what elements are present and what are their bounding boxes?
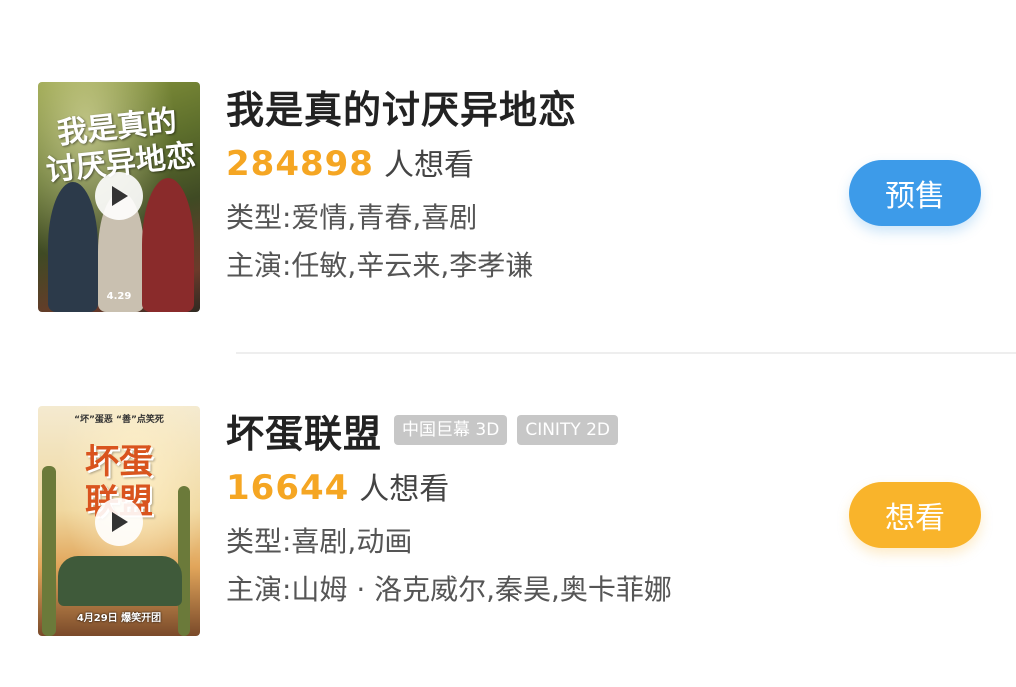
movie-genre: 类型:喜剧,动画 xyxy=(226,525,413,558)
poster-car xyxy=(58,556,182,606)
play-trailer-button[interactable] xyxy=(95,172,143,220)
want-to-see: 284898 人想看 xyxy=(226,140,577,184)
movie-title[interactable]: 我是真的讨厌异地恋 xyxy=(226,79,577,134)
movie-title[interactable]: 坏蛋联盟 xyxy=(226,403,382,458)
movie-cast: 主演:任敏,辛云来,李孝谦 xyxy=(226,249,534,282)
movie-poster[interactable]: “坏”蛋恶 “善”点笑死 坏蛋 联盟 4月29日 爆笑开团 xyxy=(38,406,200,636)
play-trailer-button[interactable] xyxy=(95,498,143,546)
format-badge-imax: 中国巨幕 3D xyxy=(394,415,508,445)
movie-item[interactable]: “坏”蛋恶 “善”点笑死 坏蛋 联盟 4月29日 爆笑开团 坏蛋联盟 中国巨幕 … xyxy=(0,404,1016,644)
want-label: 人想看 xyxy=(383,148,474,183)
play-icon xyxy=(112,186,128,206)
movie-info: 我是真的讨厌异地恋 284898 人想看 类型:爱情,青春,喜剧 主演:任敏,辛… xyxy=(226,80,577,284)
poster-date: 4月29日 爆笑开团 xyxy=(76,613,162,624)
poster-date: 4.29 xyxy=(106,291,132,302)
want-count: 284898 xyxy=(226,144,374,184)
want-count: 16644 xyxy=(226,468,350,508)
movie-poster[interactable]: 我是真的 讨厌异地恋 4.29 xyxy=(38,82,200,312)
want-label: 人想看 xyxy=(359,472,450,507)
movie-cast: 主演:山姆 · 洛克威尔,秦昊,奥卡菲娜 xyxy=(226,573,672,606)
presale-button[interactable]: 预售 xyxy=(849,160,981,226)
want-to-see: 16644 人想看 xyxy=(226,464,672,508)
movie-genre: 类型:爱情,青春,喜剧 xyxy=(226,201,478,234)
format-badge-cinity: CINITY 2D xyxy=(517,415,619,445)
divider xyxy=(236,352,1016,354)
movie-info: 坏蛋联盟 中国巨幕 3D CINITY 2D 16644 人想看 类型:喜剧,动… xyxy=(226,404,672,608)
movie-item[interactable]: 我是真的 讨厌异地恋 4.29 我是真的讨厌异地恋 284898 人想看 类型:… xyxy=(0,80,1016,320)
poster-tagline: “坏”蛋恶 “善”点笑死 xyxy=(74,415,164,425)
want-to-see-button[interactable]: 想看 xyxy=(849,482,981,548)
play-icon xyxy=(112,512,128,532)
